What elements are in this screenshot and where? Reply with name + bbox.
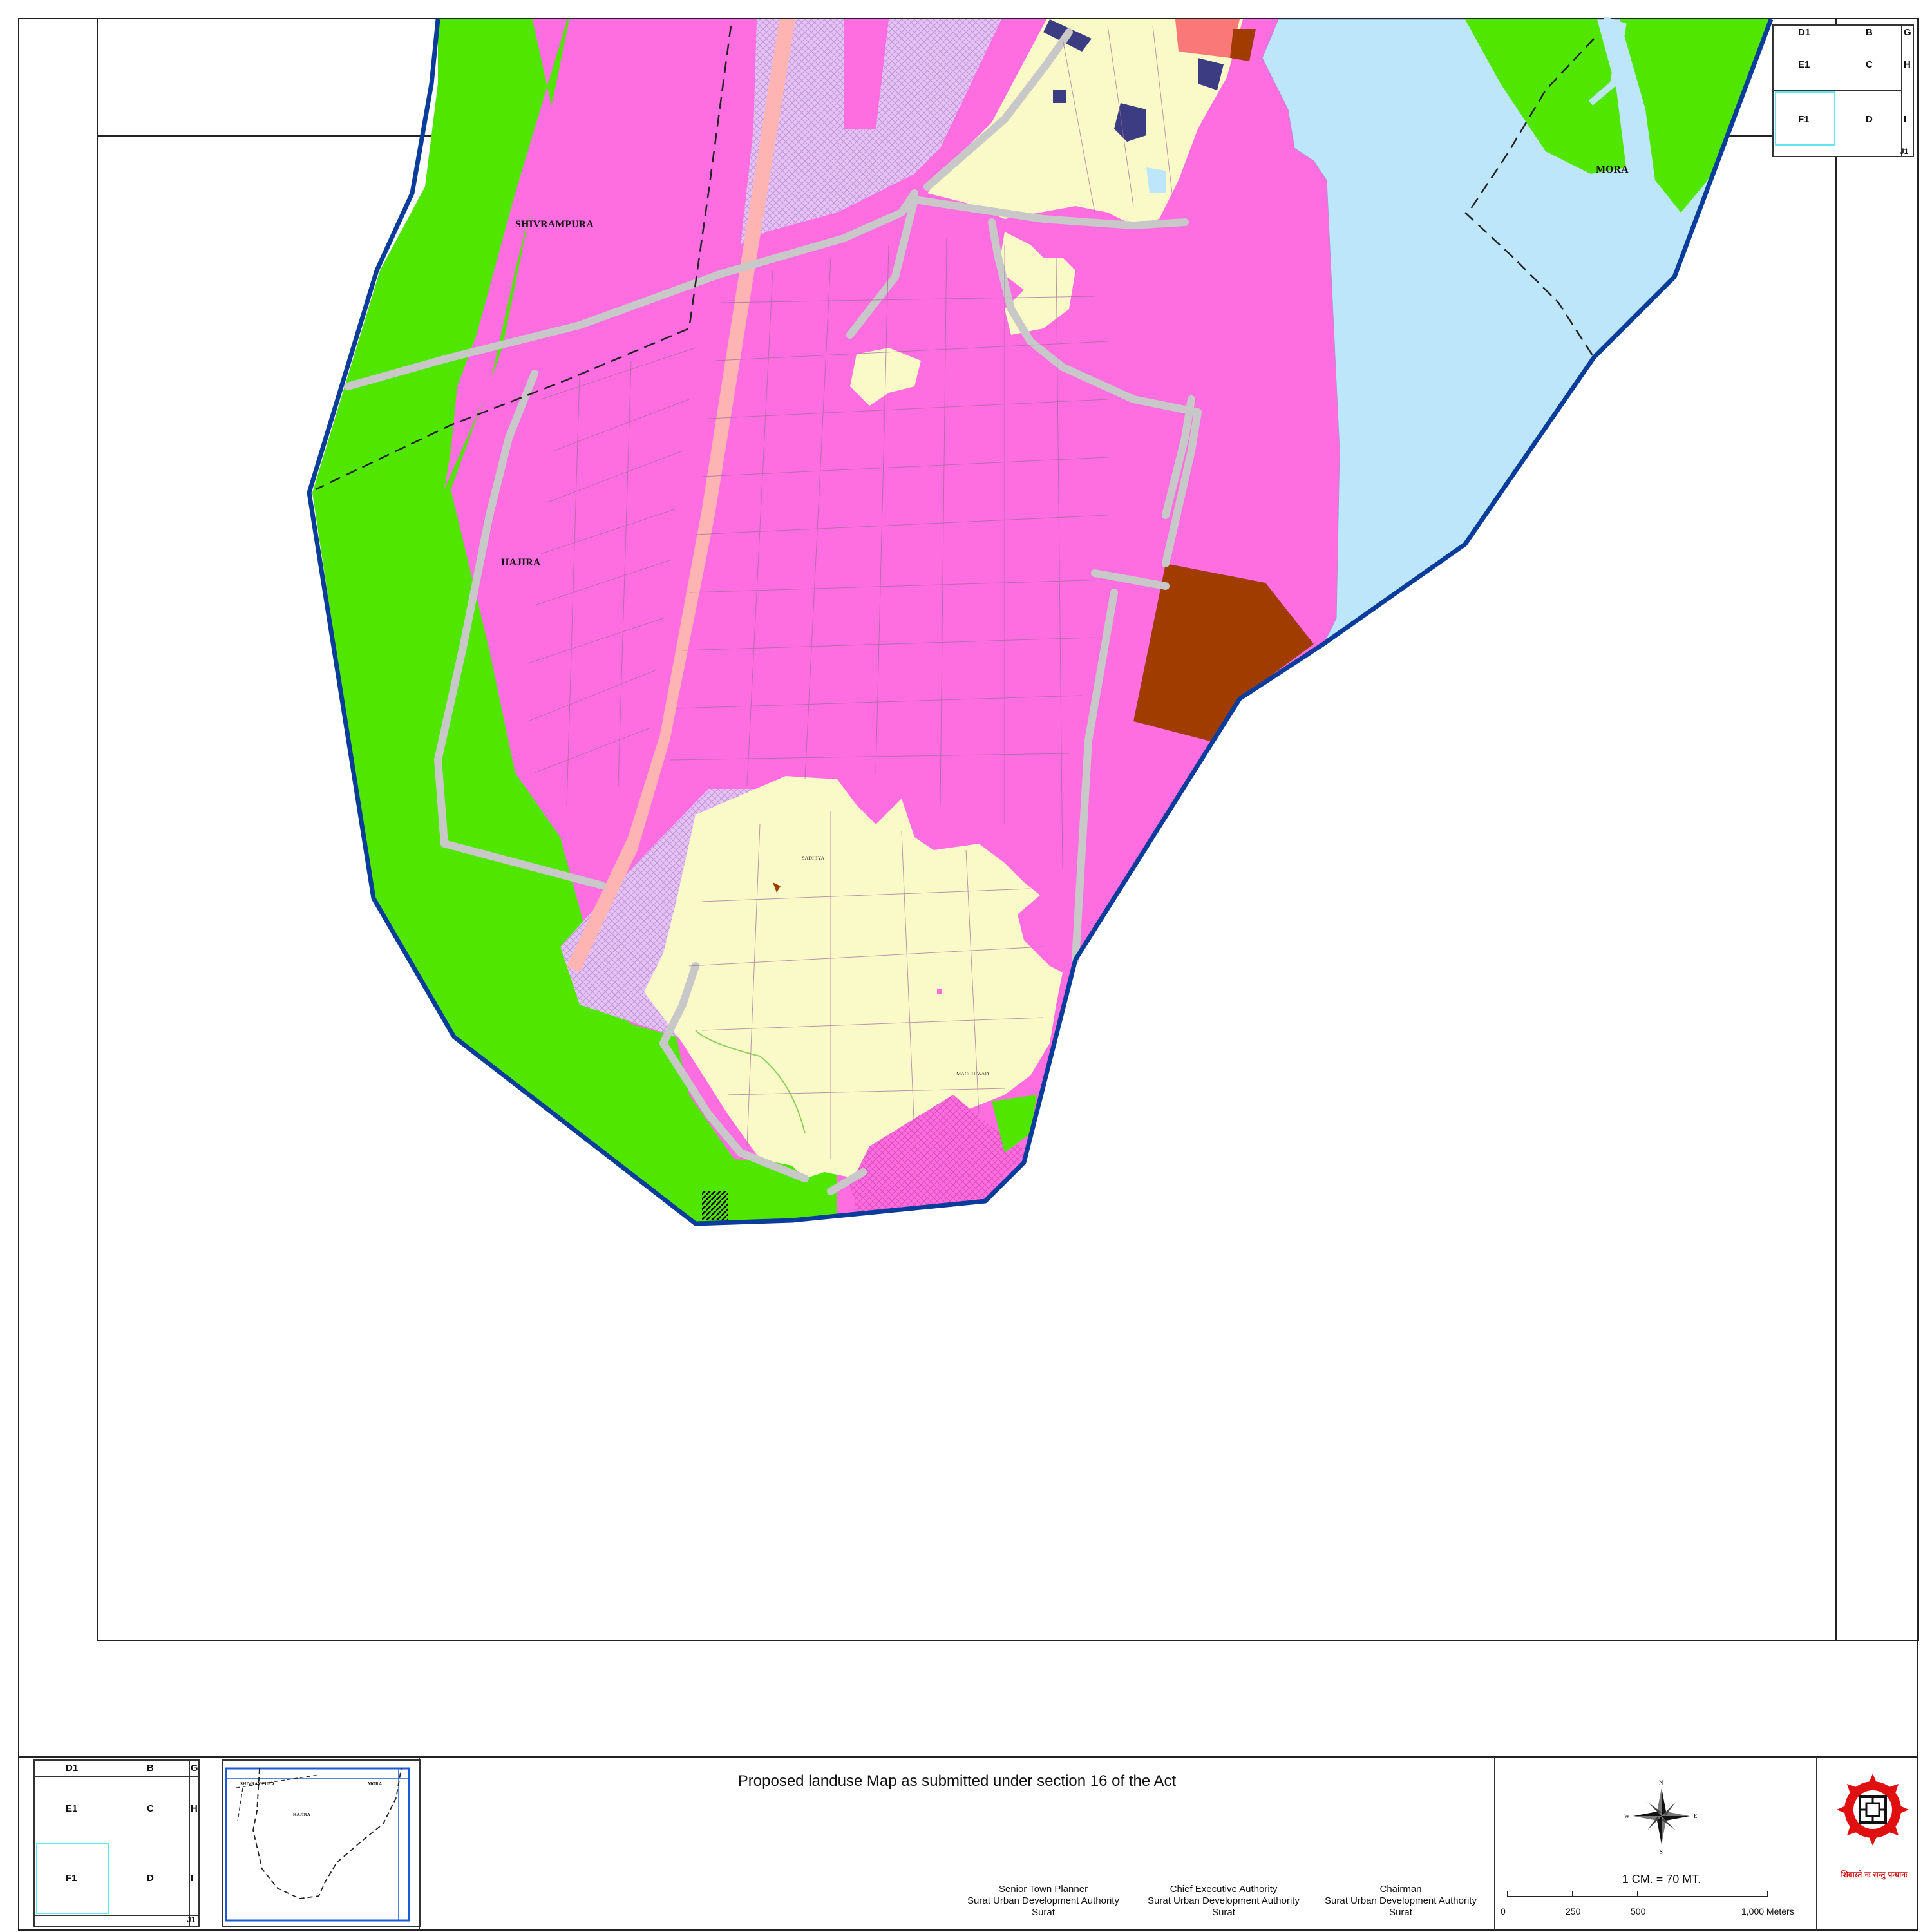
key-top-b: B [1866, 27, 1873, 38]
key-bottom-c: C [147, 1803, 154, 1814]
key-bottom-e1: E1 [66, 1803, 78, 1814]
signatory-chief-executive: Chief Executive Authority Surat Urban De… [1148, 1884, 1300, 1918]
signatory-senior-town-planner: Senior Town Planner Surat Urban Developm… [967, 1884, 1119, 1918]
key-index-top: D1 B G E1 C H F1 D I J1 [1772, 24, 1914, 157]
label-sadhiya: SADHIYA [802, 855, 824, 861]
svg-text:S: S [1660, 1849, 1663, 1855]
label-macchiwad: MACCHIWAD [956, 1071, 989, 1077]
svg-text:N: N [1659, 1779, 1663, 1786]
svg-text:W: W [1624, 1813, 1630, 1819]
scale-tick-label: 1,000 Meters [1741, 1906, 1794, 1917]
scale-tick-label: 250 [1566, 1906, 1581, 1917]
signatory-chairman: Chairman Surat Urban Development Authori… [1325, 1884, 1477, 1918]
label-shivrampura: SHIVRAMPURA [515, 219, 594, 230]
key-top-g: G [1904, 27, 1911, 38]
commercial-block [1175, 19, 1240, 58]
key-bottom-b: B [147, 1763, 154, 1774]
label-hajira: HAJIRA [501, 557, 541, 568]
key-bottom-j1: J1 [187, 1915, 196, 1924]
key-top-h: H [1904, 59, 1911, 70]
scale-tick [1572, 1891, 1573, 1897]
key-bottom-i: I [191, 1873, 194, 1884]
landuse-map[interactable]: SHIVRAMPURA HAJIRA MORA SADHIYA MACCHIWA… [0, 0, 1932, 1288]
inset-map: SHIVRAMPURA MORA HAJIRA [225, 1767, 410, 1922]
scale-tick-label: 500 [1631, 1906, 1646, 1917]
label-mora: MORA [1596, 164, 1629, 175]
key-top-f1[interactable]: F1 [1798, 114, 1810, 125]
svg-text:SHIVRAMPURA: SHIVRAMPURA [240, 1781, 274, 1786]
key-top-d1: D1 [1798, 27, 1811, 38]
logo-motto: शिवास्ते नः सन्तु पन्थानः [1841, 1870, 1908, 1879]
key-top-j1: J1 [1900, 147, 1909, 156]
key-top-d: D [1866, 114, 1873, 125]
scale-ratio: 1 CM. = 70 MT. [1622, 1873, 1701, 1886]
scale-tick [1767, 1891, 1768, 1897]
key-bottom-h: H [191, 1803, 198, 1814]
key-bottom-f1[interactable]: F1 [66, 1873, 77, 1884]
key-top-c: C [1866, 59, 1873, 70]
svg-text:MORA: MORA [368, 1781, 382, 1786]
scale-tick [1507, 1891, 1508, 1897]
title-container: Proposed landuse Map as submitted under … [420, 1772, 1494, 1790]
north-arrow-icon: N S E W [1624, 1779, 1698, 1855]
key-bottom-g: G [191, 1763, 198, 1774]
svg-text:HAJIRA: HAJIRA [293, 1812, 310, 1817]
svg-text:E: E [1694, 1813, 1698, 1819]
key-top-e1: E1 [1798, 59, 1810, 70]
hatched-plot [702, 1191, 728, 1220]
key-index-bottom: D1 B G E1 C H F1 D I J1 [33, 1759, 200, 1927]
scale-tick-label: 0 [1501, 1906, 1506, 1917]
map-title: Proposed landuse Map as submitted under … [737, 1772, 1177, 1790]
scale-tick [1637, 1891, 1638, 1897]
key-top-i: I [1904, 114, 1907, 125]
suda-logo [1837, 1774, 1909, 1846]
key-bottom-d: D [147, 1873, 154, 1884]
key-bottom-d1: D1 [66, 1763, 79, 1774]
